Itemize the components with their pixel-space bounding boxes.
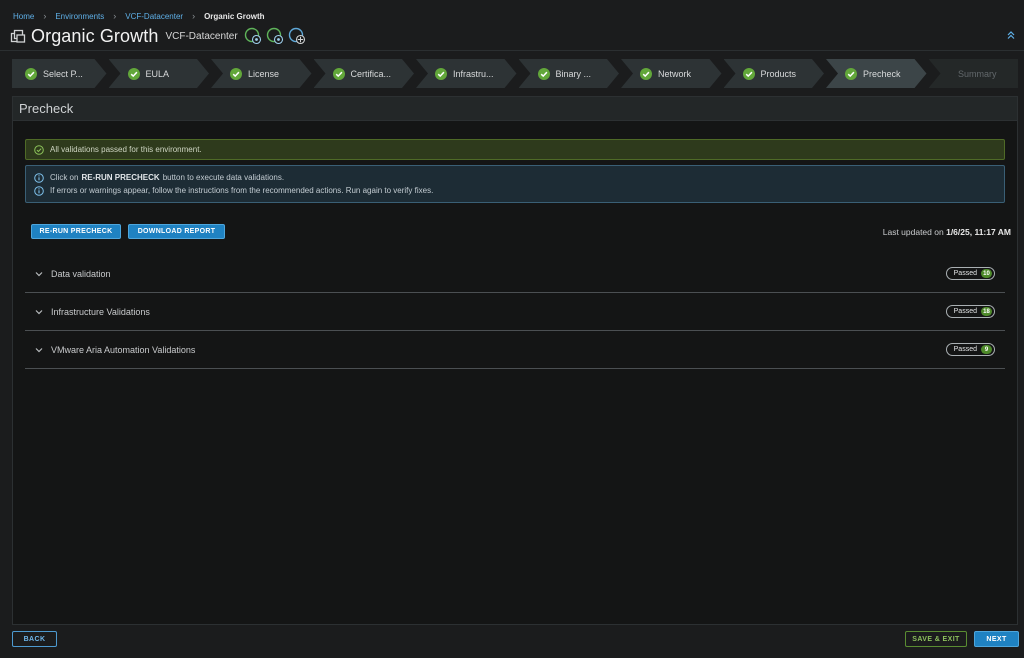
- step-network[interactable]: Network: [621, 59, 722, 88]
- section-infrastructure-validations[interactable]: Infrastructure Validations Passed 18: [25, 293, 1005, 331]
- breadcrumb-home[interactable]: Home: [13, 12, 34, 21]
- badge-count: 9: [981, 345, 992, 354]
- info-line1-prefix: Click on: [50, 173, 79, 182]
- step-precheck[interactable]: Precheck: [826, 59, 927, 88]
- badge-status: Passed: [953, 346, 977, 353]
- environment-icon: [10, 29, 26, 43]
- step-eula[interactable]: EULA: [109, 59, 210, 88]
- aria-status-icon[interactable]: [266, 27, 284, 45]
- check-circle-icon: [743, 68, 755, 80]
- check-circle-icon: [435, 68, 447, 80]
- rerun-precheck-button[interactable]: RE-RUN PRECHECK: [31, 224, 121, 239]
- download-report-button[interactable]: DOWNLOAD REPORT: [128, 224, 225, 239]
- step-label: Binary ...: [555, 68, 592, 79]
- step-label: EULA: [145, 68, 170, 79]
- badge-status: Passed: [953, 308, 977, 315]
- page-header: Organic Growth VCF-Datacenter: [10, 24, 310, 48]
- status-badge: Passed 18: [945, 305, 995, 318]
- breadcrumb-current: Organic Growth: [204, 11, 265, 21]
- success-message: All validations passed for this environm…: [50, 145, 202, 154]
- step-label: Products: [760, 68, 797, 79]
- last-updated: Last updated on 1/6/25, 11:17 AM: [883, 227, 1011, 237]
- step-select-product[interactable]: Select P...: [12, 59, 107, 88]
- section-data-validation[interactable]: Data validation Passed 10: [25, 255, 1005, 293]
- breadcrumb: Home › Environments › VCF-Datacenter › O…: [13, 10, 265, 22]
- chevron-down-icon[interactable]: [35, 270, 43, 278]
- panel-title: Precheck: [13, 97, 1017, 121]
- info-icon: [34, 172, 44, 183]
- last-updated-value: 1/6/25, 11:17 AM: [946, 227, 1011, 237]
- collapse-header-icon[interactable]: [1006, 30, 1016, 40]
- check-circle-icon: [333, 68, 345, 80]
- datacenter-name: VCF-Datacenter: [165, 30, 238, 42]
- section-name: Data validation: [51, 268, 111, 279]
- section-name: VMware Aria Automation Validations: [51, 344, 196, 355]
- breadcrumb-datacenter[interactable]: VCF-Datacenter: [125, 12, 183, 21]
- step-label: Infrastru...: [453, 68, 494, 79]
- wizard-stepper: Select P... EULA License Certifica... In…: [12, 59, 1018, 88]
- precheck-panel: Precheck All validations passed for this…: [12, 96, 1018, 625]
- vcenter-status-icon[interactable]: [244, 27, 262, 45]
- info-line1-suffix: button to execute data validations.: [162, 173, 285, 182]
- info-alert: Click on RE-RUN PRECHECK button to execu…: [25, 165, 1005, 203]
- step-label: Summary: [957, 68, 997, 79]
- step-label: Precheck: [863, 68, 901, 79]
- step-label: Select P...: [43, 68, 83, 79]
- status-badge: Passed 9: [945, 343, 995, 356]
- badge-count: 10: [981, 269, 992, 278]
- back-button[interactable]: BACK: [12, 631, 57, 647]
- check-circle-icon: [845, 68, 857, 80]
- check-circle-icon: [25, 68, 37, 80]
- save-exit-button[interactable]: SAVE & EXIT: [905, 631, 967, 647]
- step-products[interactable]: Products: [724, 59, 825, 88]
- step-label: License: [248, 68, 280, 79]
- chevron-right-icon: ›: [192, 11, 196, 21]
- badge-count: 18: [981, 307, 992, 316]
- success-alert: All validations passed for this environm…: [25, 139, 1005, 160]
- chevron-right-icon: ›: [113, 11, 117, 21]
- chevron-down-icon[interactable]: [35, 308, 43, 316]
- next-button[interactable]: NEXT: [974, 631, 1019, 647]
- check-circle-icon: [128, 68, 140, 80]
- check-circle-icon: [640, 68, 652, 80]
- step-label: Network: [658, 68, 692, 79]
- info-line1-bold: RE-RUN PRECHECK: [81, 173, 160, 182]
- section-name: Infrastructure Validations: [51, 306, 150, 317]
- step-summary: Summary: [928, 59, 1018, 88]
- step-label: Certifica...: [350, 68, 392, 79]
- step-infrastructure[interactable]: Infrastru...: [416, 59, 517, 88]
- badge-status: Passed: [953, 270, 977, 277]
- header-divider: [0, 50, 1024, 51]
- chevron-down-icon[interactable]: [35, 346, 43, 354]
- step-license[interactable]: License: [211, 59, 312, 88]
- page-title: Organic Growth: [31, 25, 159, 46]
- info-icon: [34, 185, 44, 196]
- breadcrumb-environments[interactable]: Environments: [55, 12, 104, 21]
- settings-status-icon[interactable]: [288, 27, 306, 45]
- info-line2: If errors or warnings appear, follow the…: [50, 186, 434, 195]
- check-circle-icon: [538, 68, 550, 80]
- step-binary[interactable]: Binary ...: [519, 59, 620, 88]
- check-circle-icon: [230, 68, 242, 80]
- step-certificate[interactable]: Certifica...: [314, 59, 415, 88]
- section-aria-automation-validations[interactable]: VMware Aria Automation Validations Passe…: [25, 331, 1005, 369]
- status-badge: Passed 10: [945, 267, 995, 280]
- chevron-right-icon: ›: [43, 11, 47, 21]
- last-updated-label: Last updated on: [882, 227, 944, 237]
- check-circle-icon: [34, 144, 44, 155]
